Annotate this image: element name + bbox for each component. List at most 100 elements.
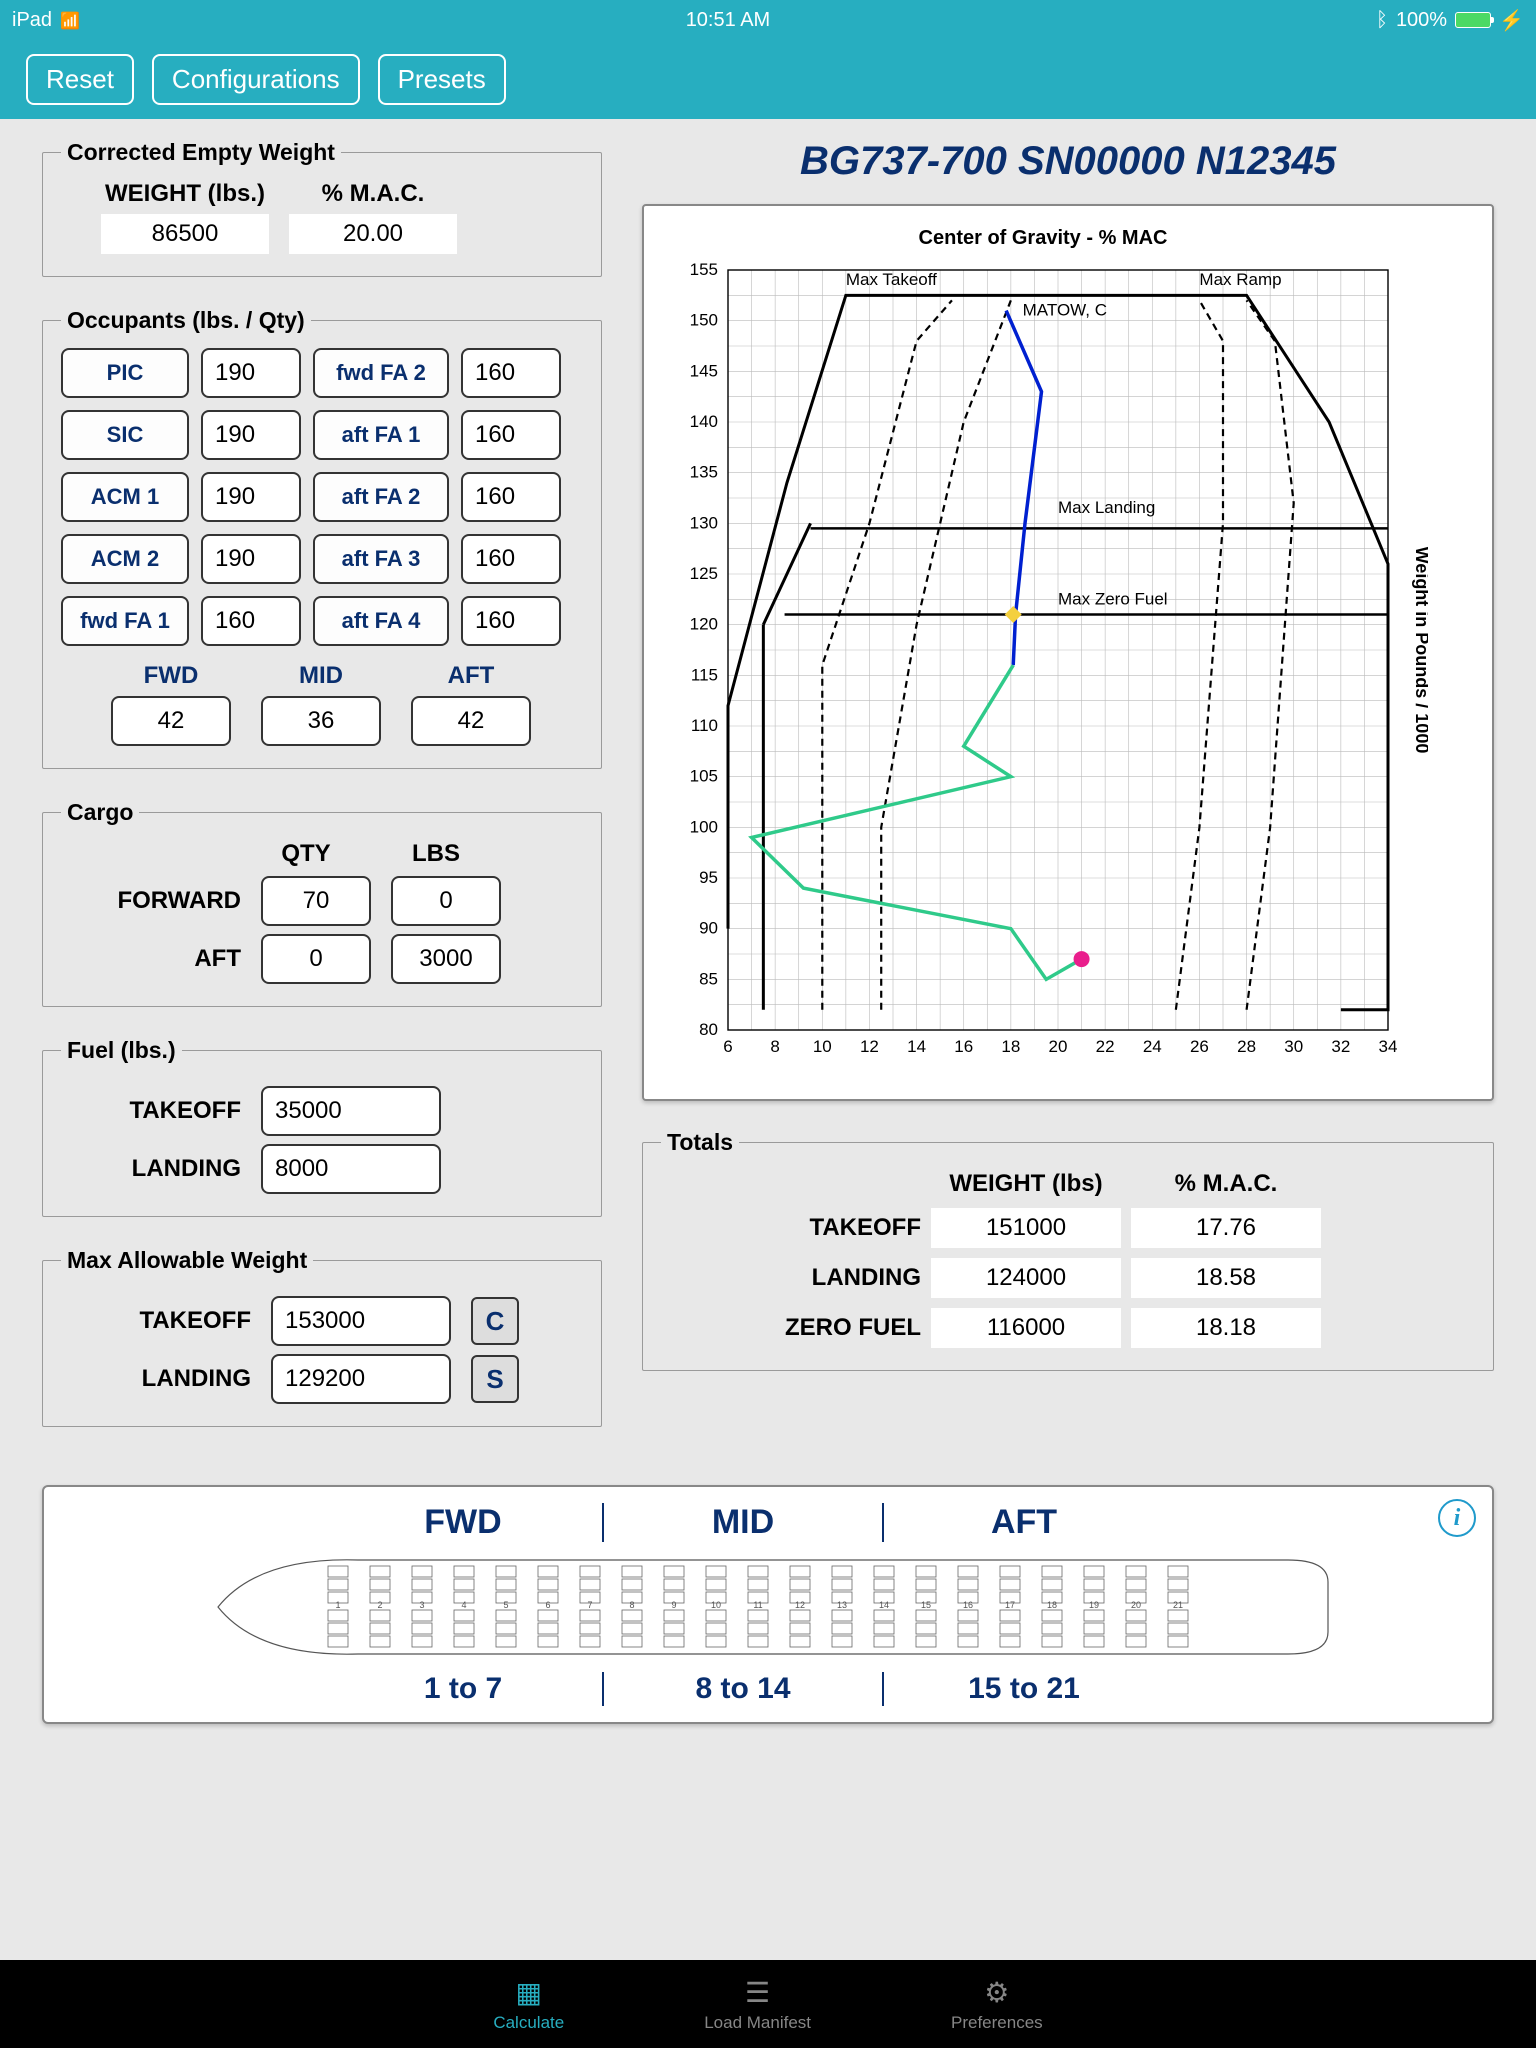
occ-aft-input[interactable]: 42 — [411, 696, 531, 746]
svg-text:18: 18 — [1001, 1037, 1020, 1056]
fuel-landing-input[interactable]: 8000 — [261, 1144, 441, 1194]
cew-weight-header: WEIGHT (lbs.) — [101, 180, 269, 208]
totals-takeoff-weight: 151000 — [931, 1208, 1121, 1248]
tab-calculate[interactable]: ▦ Calculate — [493, 1976, 564, 2033]
occ-input[interactable]: 160 — [461, 348, 561, 398]
tab-bar: ▦ Calculate ☰ Load Manifest ⚙ Preference… — [0, 1960, 1536, 2048]
cargo-aft-qty-input[interactable]: 0 — [261, 934, 371, 984]
occ-mid-header: MID — [261, 662, 381, 690]
occ-label[interactable]: aft FA 1 — [313, 410, 449, 460]
svg-text:8: 8 — [629, 1600, 634, 1610]
chart-container: Center of Gravity - % MACWeight in Pound… — [642, 204, 1494, 1101]
svg-text:10: 10 — [711, 1600, 721, 1610]
configurations-button[interactable]: Configurations — [152, 54, 360, 105]
occ-label[interactable]: aft FA 2 — [313, 472, 449, 522]
maw-s-button[interactable]: S — [471, 1355, 519, 1403]
svg-text:8: 8 — [770, 1037, 779, 1056]
svg-text:120: 120 — [690, 615, 718, 634]
cew-mac-header: % M.A.C. — [289, 180, 457, 208]
fuel-takeoff-input[interactable]: 35000 — [261, 1086, 441, 1136]
seat-fwd-header: FWD — [324, 1503, 604, 1542]
cew-legend: Corrected Empty Weight — [61, 139, 341, 166]
device-label: iPad — [12, 9, 52, 32]
svg-text:1: 1 — [335, 1600, 340, 1610]
totals-weight-header: WEIGHT (lbs) — [931, 1170, 1121, 1198]
maw-landing-input[interactable]: 129200 — [271, 1354, 451, 1404]
svg-text:28: 28 — [1237, 1037, 1256, 1056]
aircraft-title: BG737-700 SN00000 N12345 — [642, 139, 1494, 184]
occ-input[interactable]: 160 — [461, 596, 561, 646]
svg-text:150: 150 — [690, 311, 718, 330]
svg-text:15: 15 — [921, 1600, 931, 1610]
occ-input[interactable]: 190 — [201, 472, 301, 522]
info-icon[interactable]: i — [1438, 1499, 1476, 1537]
svg-text:34: 34 — [1379, 1037, 1398, 1056]
cg-chart: Center of Gravity - % MACWeight in Pound… — [658, 220, 1428, 1080]
svg-text:140: 140 — [690, 412, 718, 431]
occ-label[interactable]: aft FA 4 — [313, 596, 449, 646]
svg-text:80: 80 — [699, 1020, 718, 1039]
cargo-legend: Cargo — [61, 799, 139, 826]
svg-text:11: 11 — [753, 1600, 762, 1610]
occ-fwd-input[interactable]: 42 — [111, 696, 231, 746]
occ-input[interactable]: 160 — [201, 596, 301, 646]
svg-text:110: 110 — [691, 716, 718, 735]
maw-c-button[interactable]: C — [471, 1297, 519, 1345]
svg-text:Center of Gravity - % MAC: Center of Gravity - % MAC — [919, 227, 1168, 249]
reset-button[interactable]: Reset — [26, 54, 134, 105]
occ-label[interactable]: fwd FA 1 — [61, 596, 189, 646]
svg-text:13: 13 — [837, 1600, 847, 1610]
svg-text:MATOW, C: MATOW, C — [1023, 301, 1107, 320]
maw-takeoff-label: TAKEOFF — [61, 1307, 251, 1335]
occ-input[interactable]: 160 — [461, 410, 561, 460]
svg-text:16: 16 — [954, 1037, 973, 1056]
tab-preferences[interactable]: ⚙ Preferences — [951, 1976, 1043, 2033]
occ-label[interactable]: SIC — [61, 410, 189, 460]
svg-text:20: 20 — [1131, 1600, 1141, 1610]
plane-icon: 123456789101112131415161718192021 — [198, 1552, 1338, 1662]
cargo-fwd-lbs-input[interactable]: 0 — [391, 876, 501, 926]
occ-label[interactable]: fwd FA 2 — [313, 348, 449, 398]
occ-fwd-header: FWD — [111, 662, 231, 690]
occ-mid-input[interactable]: 36 — [261, 696, 381, 746]
cargo-fwd-label: FORWARD — [61, 887, 241, 915]
seat-mid-header: MID — [604, 1503, 884, 1542]
fuel-group: Fuel (lbs.) TAKEOFF 35000 LANDING 8000 — [42, 1037, 602, 1217]
tab-load-manifest[interactable]: ☰ Load Manifest — [704, 1976, 811, 2033]
status-bar: iPad 10:51 AM 100% ⚡ — [0, 0, 1536, 40]
totals-landing-weight: 124000 — [931, 1258, 1121, 1298]
seat-mid-range: 8 to 14 — [604, 1672, 884, 1706]
svg-text:10: 10 — [813, 1037, 832, 1056]
occ-label[interactable]: PIC — [61, 348, 189, 398]
occ-label[interactable]: ACM 2 — [61, 534, 189, 584]
svg-text:Max Takeoff: Max Takeoff — [846, 270, 937, 289]
svg-text:19: 19 — [1089, 1600, 1099, 1610]
svg-text:125: 125 — [690, 564, 718, 583]
cargo-aft-lbs-input[interactable]: 3000 — [391, 934, 501, 984]
occ-label[interactable]: aft FA 3 — [313, 534, 449, 584]
cargo-lbs-header: LBS — [381, 840, 491, 868]
max-allowable-weight-group: Max Allowable Weight TAKEOFF 153000 C LA… — [42, 1247, 602, 1427]
svg-text:12: 12 — [795, 1600, 805, 1610]
svg-text:14: 14 — [907, 1037, 926, 1056]
cargo-fwd-qty-input[interactable]: 70 — [261, 876, 371, 926]
svg-text:24: 24 — [1143, 1037, 1162, 1056]
occ-input[interactable]: 190 — [201, 534, 301, 584]
seat-aft-header: AFT — [884, 1503, 1164, 1542]
preferences-icon: ⚙ — [984, 1976, 1009, 2009]
svg-text:22: 22 — [1096, 1037, 1115, 1056]
occ-input[interactable]: 160 — [461, 472, 561, 522]
occ-input[interactable]: 160 — [461, 534, 561, 584]
occ-label[interactable]: ACM 1 — [61, 472, 189, 522]
svg-text:4: 4 — [461, 1600, 466, 1610]
svg-text:18: 18 — [1047, 1600, 1057, 1610]
presets-button[interactable]: Presets — [378, 54, 506, 105]
maw-takeoff-input[interactable]: 153000 — [271, 1296, 451, 1346]
clock: 10:51 AM — [686, 9, 771, 32]
occ-input[interactable]: 190 — [201, 348, 301, 398]
svg-text:17: 17 — [1005, 1600, 1015, 1610]
svg-text:115: 115 — [691, 665, 718, 684]
svg-text:20: 20 — [1049, 1037, 1068, 1056]
svg-text:130: 130 — [690, 513, 718, 532]
occ-input[interactable]: 190 — [201, 410, 301, 460]
